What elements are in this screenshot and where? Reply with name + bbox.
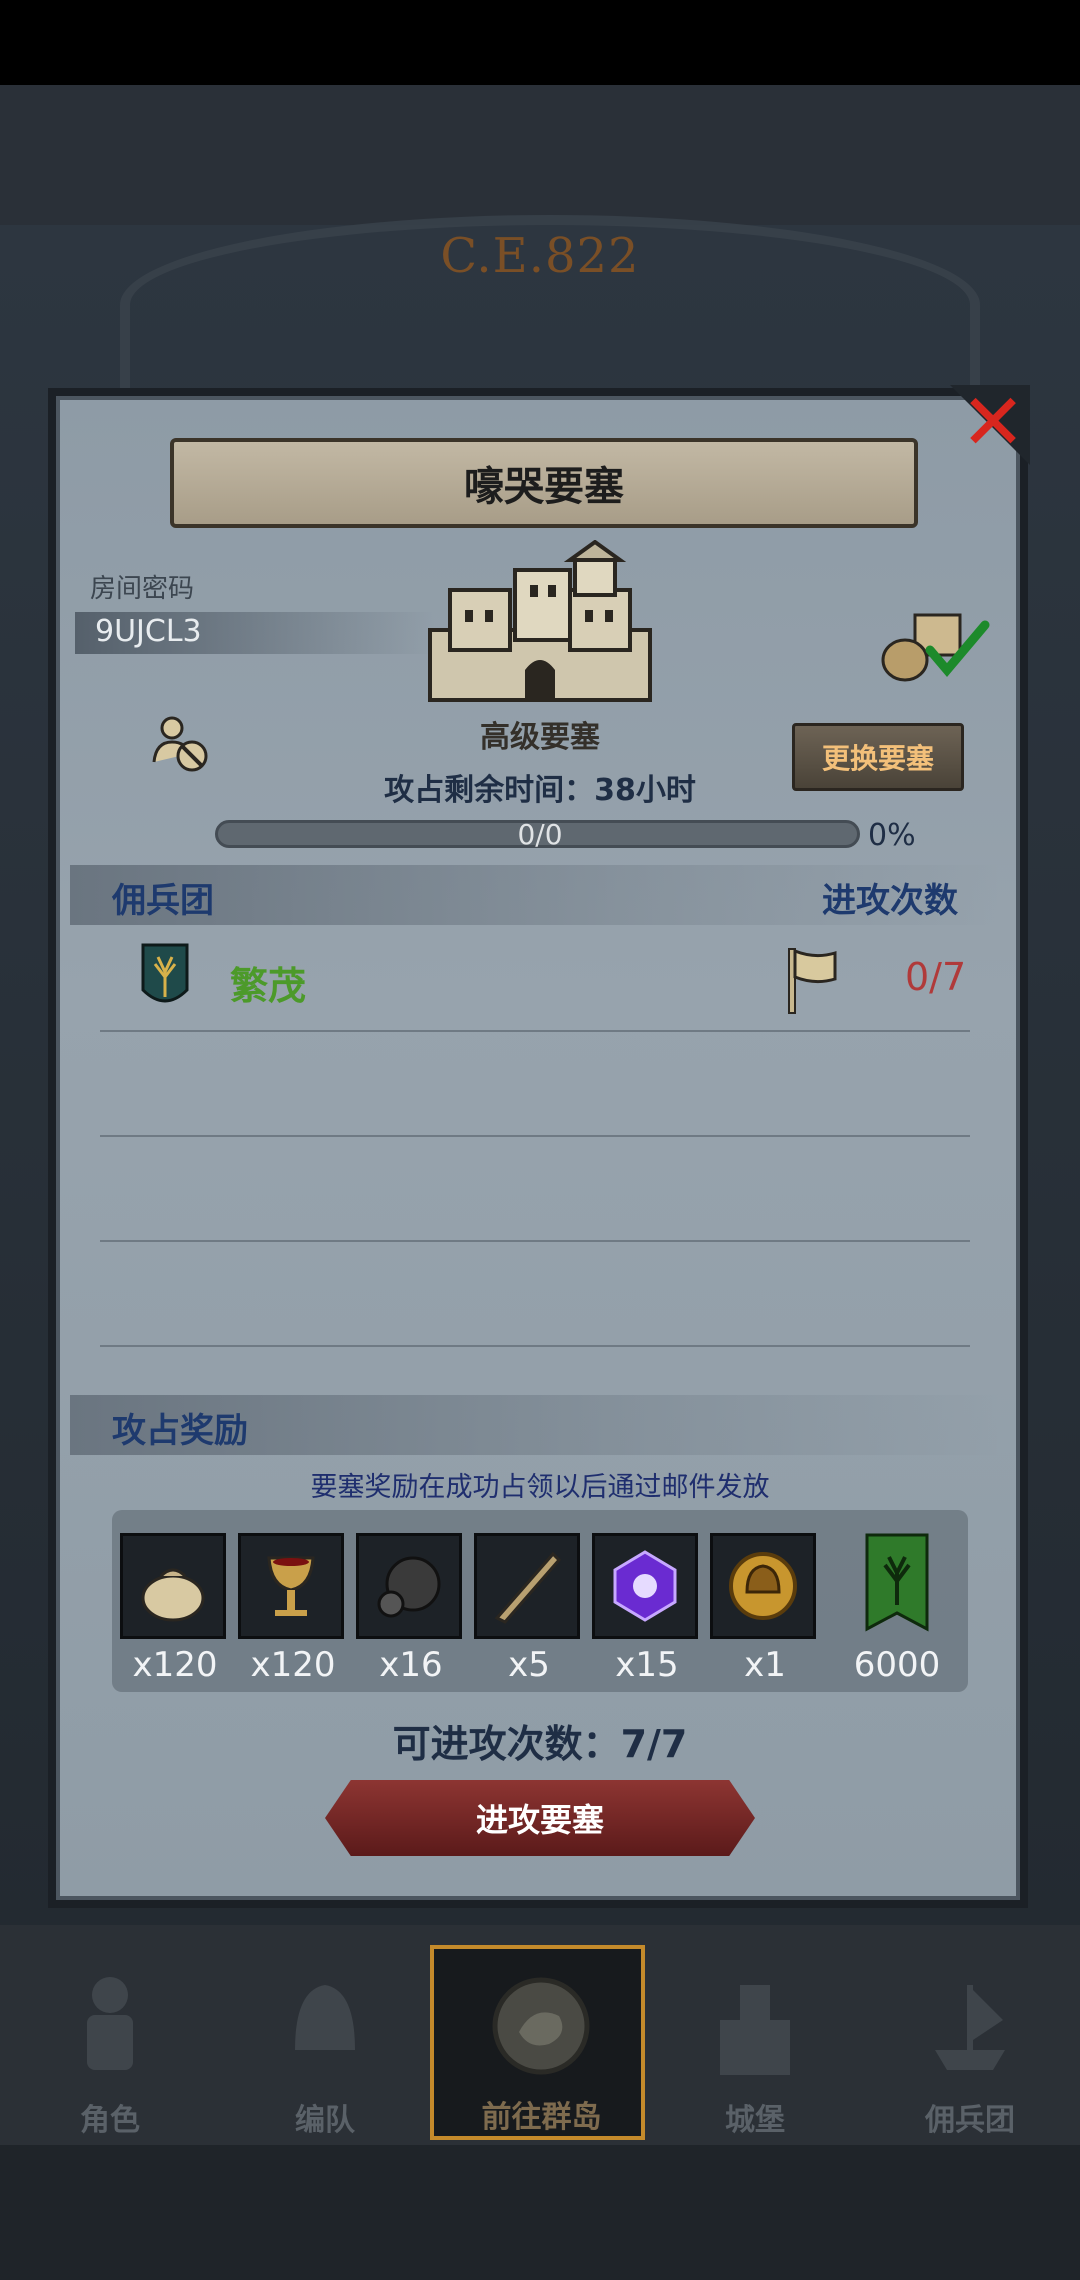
- helmet-icon: [295, 1985, 355, 2050]
- knight-icon: [87, 1977, 133, 2070]
- reward-qty: x120: [250, 1645, 336, 1685]
- attempts-column-header: 进攻次数: [822, 881, 958, 921]
- remaining-attacks: 可进攻次数：7/7: [392, 1722, 688, 1766]
- capture-timer: 攻占剩余时间：38小时: [384, 773, 696, 808]
- change-fortress-button[interactable]: 更换要塞: [792, 723, 964, 791]
- status-bar: [0, 0, 1080, 85]
- nav-item-formation[interactable]: 编队: [225, 1950, 425, 2150]
- empty-row: [100, 1245, 970, 1347]
- reward-item[interactable]: [592, 1533, 702, 1639]
- attack-fortress-label: 进攻要塞: [475, 1801, 604, 1839]
- nav-label: 编队: [295, 2103, 355, 2138]
- guild-name: 繁茂: [230, 964, 307, 1008]
- compass-icon: [492, 1977, 590, 2075]
- mercenary-section-title: 佣兵团: [112, 881, 214, 921]
- nav-item-mercenary[interactable]: 佣兵团: [870, 1950, 1070, 2150]
- reward-qty: x120: [132, 1645, 218, 1685]
- nav-label: 前往群岛: [481, 2100, 602, 2135]
- purple-crystal-icon: [613, 1550, 677, 1622]
- reward-item[interactable]: [238, 1533, 348, 1639]
- room-code-value[interactable]: 9UJCL3: [95, 614, 202, 649]
- attack-flag-icon: [788, 948, 837, 1014]
- reward-qty: x5: [508, 1645, 550, 1685]
- nav-item-character[interactable]: 角色: [10, 1950, 210, 2150]
- bottom-strip: [0, 2145, 1080, 2280]
- capture-progress-percent: 0%: [868, 818, 916, 853]
- reward-item[interactable]: [842, 1533, 952, 1639]
- reward-qty: x1: [744, 1645, 786, 1685]
- reward-item[interactable]: [474, 1533, 584, 1639]
- reward-item[interactable]: [120, 1533, 230, 1639]
- fortress-castle-icon: [428, 540, 652, 702]
- ore-rock-icon: [377, 1556, 441, 1618]
- leave-room-icon[interactable]: [148, 710, 212, 774]
- guild-shield-icon: [141, 943, 189, 1003]
- nav-label: 城堡: [725, 2103, 785, 2138]
- castle-icon: [720, 1985, 790, 2075]
- close-icon[interactable]: ✕: [958, 384, 1028, 462]
- nav-label: 角色: [80, 2103, 140, 2138]
- room-code-label: 房间密码: [90, 574, 195, 604]
- helmet-coin-icon: [729, 1552, 797, 1620]
- horn-icon: [494, 1551, 562, 1624]
- reward-claimed-icon[interactable]: [875, 605, 995, 685]
- background-band: [0, 85, 1080, 225]
- nav-item-castle[interactable]: 城堡: [655, 1950, 855, 2150]
- reward-item[interactable]: [356, 1533, 466, 1639]
- guild-attempts: 0/7: [905, 955, 967, 999]
- goblet-icon: [267, 1556, 315, 1616]
- guild-banner-icon: [865, 1533, 929, 1632]
- capture-progress-text: 0/0: [517, 818, 563, 851]
- reward-qty: x16: [379, 1645, 443, 1685]
- nav-label: 佣兵团: [925, 2103, 1015, 2138]
- reward-item[interactable]: [710, 1533, 820, 1639]
- rewards-note: 要塞奖励在成功占领以后通过邮件发放: [310, 1472, 770, 1503]
- reward-qty: x15: [615, 1645, 679, 1685]
- nav-item-archipelago[interactable]: 前往群岛: [430, 1945, 645, 2140]
- ship-icon: [935, 1985, 1005, 2070]
- fortress-level: 高级要塞: [480, 720, 600, 755]
- empty-row: [100, 1035, 970, 1137]
- reward-qty: 6000: [853, 1645, 941, 1685]
- attack-fortress-button[interactable]: 进攻要塞: [325, 1780, 755, 1856]
- title-plate: 嚎哭要塞: [170, 438, 918, 528]
- dialog-title: 嚎哭要塞: [464, 464, 624, 510]
- change-fortress-label: 更换要塞: [821, 742, 934, 775]
- empty-row: [100, 1140, 970, 1242]
- rewards-section-title: 攻占奖励: [112, 1411, 248, 1451]
- era-label: C.E.822: [440, 228, 640, 284]
- sack-icon: [141, 1568, 205, 1622]
